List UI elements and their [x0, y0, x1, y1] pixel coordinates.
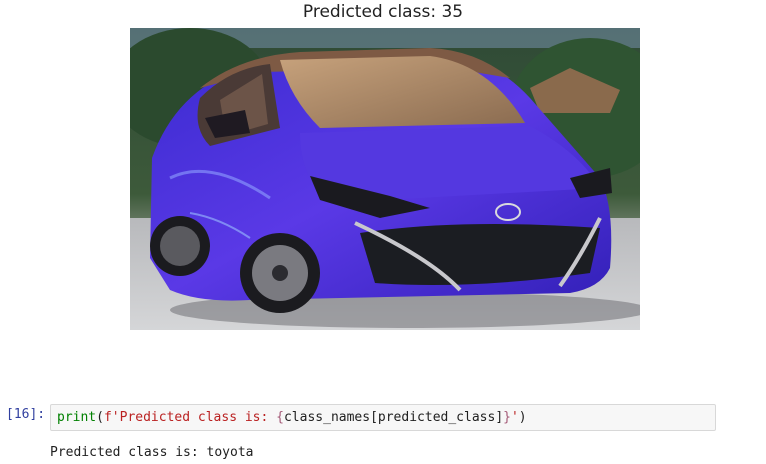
code-bracket-open: [ [370, 410, 378, 425]
car-image [130, 28, 640, 330]
code-var-class-names: class_names [283, 410, 371, 425]
code-bracket-close: ] [495, 410, 504, 425]
plot-title: Predicted class: 35 [302, 2, 464, 22]
code-string-start: f'Predicted class is: [103, 410, 277, 425]
code-string-end: ' [510, 410, 519, 425]
code-var-predicted-class: predicted_class [377, 410, 496, 425]
code-input[interactable]: print(f'Predicted class is: {class_names… [50, 404, 716, 431]
cell-prompt: [16]: [6, 407, 46, 422]
code-paren-close: ) [518, 410, 527, 425]
cell-output: Predicted class is: toyota [50, 445, 254, 460]
code-interp-close: } [503, 410, 511, 425]
code-paren-open: ( [96, 410, 104, 425]
code-builtin-print: print [57, 410, 97, 425]
code-interp-open: { [276, 410, 284, 425]
